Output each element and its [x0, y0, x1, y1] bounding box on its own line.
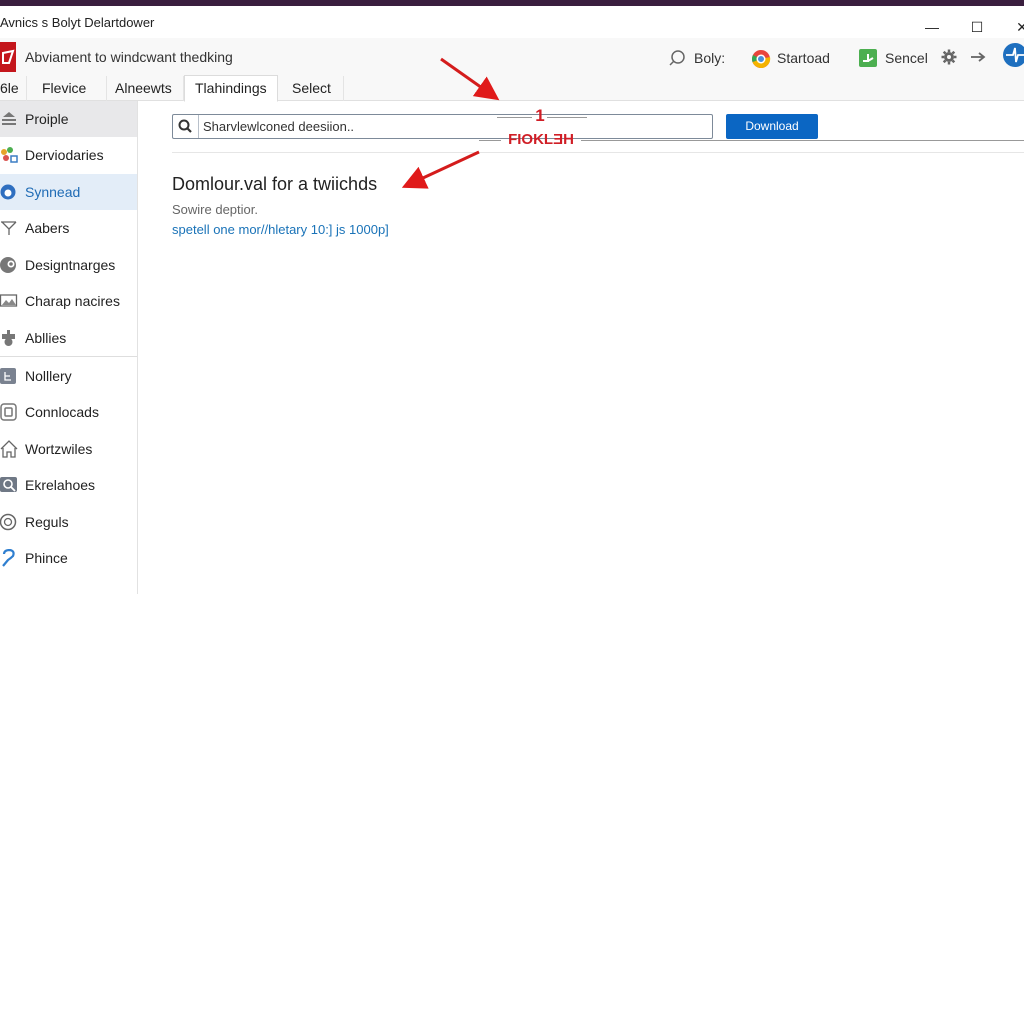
- image-icon: [0, 292, 18, 310]
- toolbar-sencel-button[interactable]: Sencel: [859, 47, 928, 69]
- app-heading: Abviament to windcwant thedking: [25, 49, 233, 65]
- tab-select[interactable]: Select: [278, 76, 344, 101]
- details-link[interactable]: spetell one mor//hletary 10:] js 1000p]: [172, 222, 389, 237]
- tab-file[interactable]: 6le: [0, 76, 27, 101]
- sidebar-item-ekrelahoes[interactable]: Ekrelahoes: [0, 467, 137, 503]
- toolbar-startoad-label: Startoad: [777, 50, 830, 66]
- gear-icon: [941, 49, 959, 67]
- sidebar-item-wortzwiles[interactable]: Wortzwiles: [0, 431, 137, 467]
- app-toolbar: Abviament to windcwant thedking Boly: St…: [0, 38, 1024, 76]
- app-logo-icon: [0, 42, 16, 72]
- page-headline: Domlour.val for a twiichds: [172, 174, 378, 194]
- annotation-label: FIOKLƎH: [508, 131, 574, 148]
- sidebar-item-designtnarges[interactable]: Designtnarges: [0, 247, 137, 283]
- toolbar-search-button[interactable]: Boly:: [668, 47, 725, 69]
- sidebar-item-proiple[interactable]: Proiple: [0, 101, 137, 137]
- sidebar: Proiple Derviodaries Synnead Aabers Desi…: [0, 101, 138, 594]
- home-icon: [0, 440, 18, 458]
- arrow-right-icon: [970, 49, 988, 67]
- sidebar-item-abllies[interactable]: Abllies: [0, 320, 137, 356]
- tab-tlahindings[interactable]: Tlahindings: [184, 75, 278, 102]
- window-title: Avnics s Bolyt Delartdower: [0, 15, 155, 30]
- sidebar-item-connlocads[interactable]: Connlocads: [0, 394, 137, 430]
- annotation-number: 1: [535, 106, 545, 125]
- gallery-icon: [0, 367, 18, 385]
- avatar-icon: [1002, 42, 1024, 68]
- sidebar-item-reguls[interactable]: Reguls: [0, 504, 137, 540]
- filter-icon: [0, 219, 18, 237]
- title-bar: Avnics s Bolyt Delartdower — ☐ ✕: [0, 6, 1024, 38]
- download-box-icon: [0, 403, 18, 421]
- sidebar-item-nolllery[interactable]: Nolllery: [0, 358, 137, 394]
- user-avatar-button[interactable]: [1002, 42, 1024, 68]
- toolbar-search-label: Boly:: [694, 50, 726, 66]
- annotation-line: [479, 140, 501, 141]
- content-divider: [172, 152, 1024, 153]
- sidebar-item-charap-nacires[interactable]: Charap nacires: [0, 283, 137, 319]
- design-icon: [0, 256, 18, 274]
- forward-button[interactable]: [970, 47, 988, 69]
- search-icon: [668, 49, 686, 67]
- green-app-icon: [859, 49, 877, 67]
- tab-bar: 6le Flevice Alneewts Tlahindings Select: [0, 75, 1024, 102]
- toolbar-startoad-button[interactable]: Startoad: [751, 47, 830, 69]
- download-button[interactable]: Download: [726, 114, 818, 139]
- settings-button[interactable]: [941, 47, 959, 69]
- page-description: Sowire deptior.: [172, 202, 258, 217]
- sync-icon: [0, 183, 18, 201]
- help-icon: [0, 548, 18, 567]
- search-icon: [173, 115, 199, 138]
- search-box-icon: [0, 476, 18, 494]
- people-icon: [0, 110, 18, 128]
- sidebar-item-derviodaries[interactable]: Derviodaries: [0, 137, 137, 173]
- sidebar-divider: [0, 356, 137, 357]
- search-field[interactable]: [172, 114, 713, 139]
- sidebar-item-aabers[interactable]: Aabers: [0, 210, 137, 246]
- search-input[interactable]: [203, 117, 703, 136]
- sidebar-item-phince[interactable]: Phince: [0, 540, 137, 576]
- plugin-icon: [0, 329, 18, 347]
- smiley-icon: [0, 513, 18, 531]
- tab-flevice[interactable]: Flevice: [27, 76, 107, 101]
- apps-icon: [0, 146, 18, 164]
- main-content: Download 1 FIOKLƎH Domlour.val for a twi…: [139, 101, 1024, 1024]
- chrome-icon: [751, 49, 771, 69]
- toolbar-sencel-label: Sencel: [885, 50, 928, 66]
- tab-alneewts[interactable]: Alneewts: [107, 76, 184, 101]
- annotation-line: [581, 140, 1024, 141]
- sidebar-item-synnead[interactable]: Synnead: [0, 174, 137, 210]
